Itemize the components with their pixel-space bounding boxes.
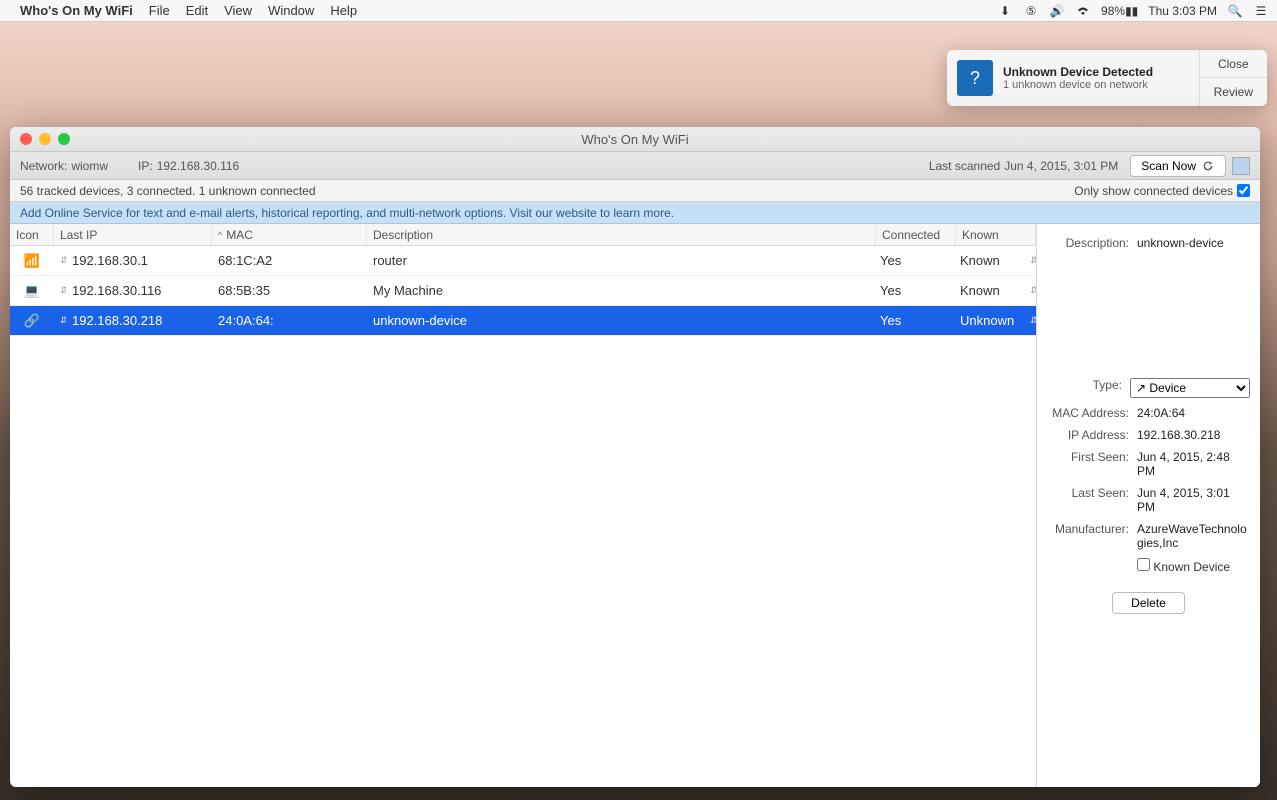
row-mac: 24:0A:64: xyxy=(212,313,367,328)
menu-view[interactable]: View xyxy=(224,3,252,18)
last-scanned-label: Last scanned xyxy=(929,159,1000,173)
window-title: Who's On My WiFi xyxy=(10,132,1260,147)
col-description[interactable]: Description xyxy=(367,224,876,245)
row-chevron-icon[interactable]: ⇵ xyxy=(1024,255,1036,266)
row-chevron-icon[interactable]: ⇵ xyxy=(1024,285,1036,296)
row-ip: 192.168.30.218 xyxy=(66,313,212,328)
ip-label: IP: xyxy=(138,159,153,173)
details-panel: Description: unknown-device Type: ↗ Devi… xyxy=(1036,224,1260,787)
detail-type-select[interactable]: ↗ Device xyxy=(1130,378,1250,398)
refresh-icon xyxy=(1201,159,1215,173)
window-zoom-button[interactable] xyxy=(58,133,70,145)
detail-ip-value: 192.168.30.218 xyxy=(1137,428,1250,442)
menubar: Who's On My WiFi File Edit View Window H… xyxy=(0,0,1277,22)
notification-close-button[interactable]: Close xyxy=(1200,50,1267,78)
row-description: My Machine xyxy=(367,283,874,298)
col-connected[interactable]: Connected xyxy=(876,224,956,245)
app-menu[interactable]: Who's On My WiFi xyxy=(20,3,133,18)
notification-app-icon: ? xyxy=(957,60,993,96)
last-scanned-value: Jun 4, 2015, 3:01 PM xyxy=(1004,159,1118,173)
notification-subtitle: 1 unknown device on network xyxy=(1003,79,1189,91)
row-ip: 192.168.30.1 xyxy=(66,253,212,268)
sort-indicator-icon: ^ xyxy=(218,230,222,240)
table-body: 📶⇵192.168.30.168:1C:A2routerYesKnown⇵💻⇵1… xyxy=(10,246,1036,787)
known-device-label: Known Device xyxy=(1153,560,1230,574)
menu-help[interactable]: Help xyxy=(330,3,357,18)
row-chevron-icon[interactable]: ⇵ xyxy=(1024,315,1036,326)
notification-title: Unknown Device Detected xyxy=(1003,65,1189,79)
desktop: ? Unknown Device Detected 1 unknown devi… xyxy=(0,22,1277,800)
notification-banner: ? Unknown Device Detected 1 unknown devi… xyxy=(947,50,1267,106)
volume-icon[interactable]: 🔊 xyxy=(1049,3,1065,19)
row-connected: Yes xyxy=(874,283,954,298)
table-header: Icon Last IP ^MAC Description Connected … xyxy=(10,224,1036,246)
row-mac: 68:5B:35 xyxy=(212,283,367,298)
battery-status[interactable]: 98% ▮▮ xyxy=(1101,4,1138,18)
ip-value: 192.168.30.116 xyxy=(157,159,240,173)
window-minimize-button[interactable] xyxy=(39,133,51,145)
row-known: Known xyxy=(954,283,1024,298)
row-icon: 🔗 xyxy=(10,313,54,329)
clock[interactable]: Thu 3:03 PM xyxy=(1148,4,1217,18)
detail-description-label: Description: xyxy=(1047,236,1129,250)
known-device-checkbox[interactable] xyxy=(1137,558,1150,571)
notification-center-icon[interactable]: ☰ xyxy=(1253,3,1269,19)
status-icon-2[interactable]: ⑤ xyxy=(1023,3,1039,19)
promo-banner[interactable]: Add Online Service for text and e-mail a… xyxy=(10,202,1260,224)
row-icon: 💻 xyxy=(10,283,54,299)
row-sort-handle[interactable]: ⇵ xyxy=(54,255,66,266)
row-known: Unknown xyxy=(954,313,1024,328)
detail-type-label: Type: xyxy=(1047,378,1122,392)
status-bar: 56 tracked devices, 3 connected. 1 unkno… xyxy=(10,180,1260,202)
wifi-icon[interactable] xyxy=(1075,3,1091,19)
detail-manufacturer-value: AzureWaveTechnologies,Inc xyxy=(1137,522,1250,550)
delete-button[interactable]: Delete xyxy=(1112,592,1185,614)
col-mac[interactable]: ^MAC xyxy=(212,224,367,245)
row-description: router xyxy=(367,253,874,268)
detail-first-seen-value: Jun 4, 2015, 2:48 PM xyxy=(1137,450,1250,478)
col-icon[interactable]: Icon xyxy=(10,224,54,245)
row-description: unknown-device xyxy=(367,313,874,328)
app-window: Who's On My WiFi Network: wiomw IP: 192.… xyxy=(10,127,1260,787)
status-icon-1[interactable]: ⬇ xyxy=(997,3,1013,19)
spotlight-icon[interactable]: 🔍 xyxy=(1227,3,1243,19)
device-table: Icon Last IP ^MAC Description Connected … xyxy=(10,224,1036,787)
highlight-color-swatch[interactable] xyxy=(1232,157,1250,175)
table-row[interactable]: 📶⇵192.168.30.168:1C:A2routerYesKnown⇵ xyxy=(10,246,1036,276)
network-label: Network: xyxy=(20,159,67,173)
row-sort-handle[interactable]: ⇵ xyxy=(54,285,66,296)
detail-first-seen-label: First Seen: xyxy=(1047,450,1129,464)
detail-description-value[interactable]: unknown-device xyxy=(1137,236,1250,250)
detail-last-seen-label: Last Seen: xyxy=(1047,486,1129,500)
detail-mac-value: 24:0A:64 xyxy=(1137,406,1250,420)
menu-window[interactable]: Window xyxy=(268,3,314,18)
window-close-button[interactable] xyxy=(20,133,32,145)
promo-banner-text: Add Online Service for text and e-mail a… xyxy=(20,206,674,220)
titlebar[interactable]: Who's On My WiFi xyxy=(10,127,1260,152)
col-last-ip[interactable]: Last IP xyxy=(54,224,212,245)
detail-ip-label: IP Address: xyxy=(1047,428,1129,442)
detail-mac-label: MAC Address: xyxy=(1047,406,1129,420)
toolbar: Network: wiomw IP: 192.168.30.116 Last s… xyxy=(10,152,1260,180)
col-known[interactable]: Known xyxy=(956,224,1036,245)
network-value: wiomw xyxy=(71,159,108,173)
notification-review-button[interactable]: Review xyxy=(1200,78,1267,106)
menu-edit[interactable]: Edit xyxy=(186,3,208,18)
only-connected-checkbox[interactable] xyxy=(1237,184,1250,197)
detail-last-seen-value: Jun 4, 2015, 3:01 PM xyxy=(1137,486,1250,514)
row-sort-handle[interactable]: ⇵ xyxy=(54,315,66,326)
filter-label: Only show connected devices xyxy=(1074,184,1233,198)
scan-now-button[interactable]: Scan Now xyxy=(1130,155,1226,177)
menu-file[interactable]: File xyxy=(149,3,170,18)
row-ip: 192.168.30.116 xyxy=(66,283,212,298)
detail-manufacturer-label: Manufacturer: xyxy=(1047,522,1129,536)
row-known: Known xyxy=(954,253,1024,268)
device-summary: 56 tracked devices, 3 connected. 1 unkno… xyxy=(20,184,316,198)
row-connected: Yes xyxy=(874,313,954,328)
row-mac: 68:1C:A2 xyxy=(212,253,367,268)
row-icon: 📶 xyxy=(10,253,54,269)
table-row[interactable]: 🔗⇵192.168.30.21824:0A:64:unknown-deviceY… xyxy=(10,306,1036,336)
row-connected: Yes xyxy=(874,253,954,268)
table-row[interactable]: 💻⇵192.168.30.11668:5B:35My MachineYesKno… xyxy=(10,276,1036,306)
